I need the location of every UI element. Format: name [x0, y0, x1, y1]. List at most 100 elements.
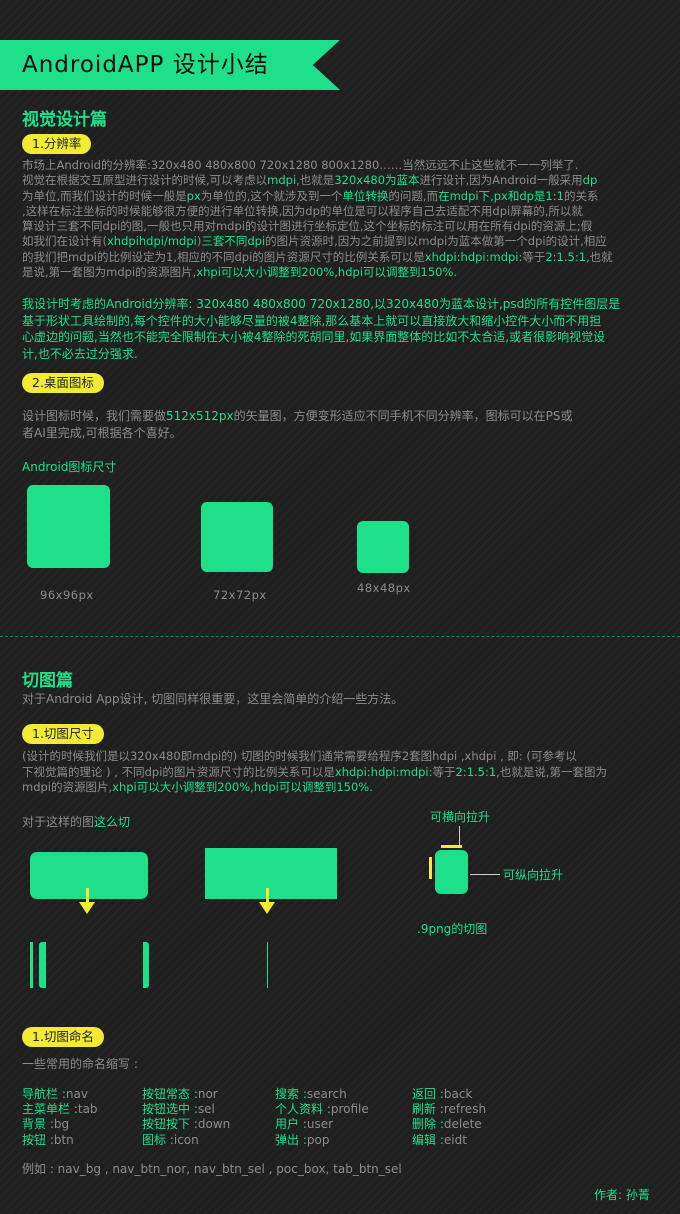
- naming-key: 主菜单栏 :: [22, 1102, 78, 1117]
- icon-96-square: [27, 485, 110, 568]
- naming-entry: 按钮 :btn: [22, 1133, 74, 1148]
- naming-key: 删除 :: [412, 1117, 444, 1132]
- naming-key: 按钮常态 :: [142, 1087, 198, 1101]
- body-text: 的我们把mdpi的比例设定为1,相应的不同dpi的图片资源尺寸的比例关系可以是: [22, 249, 425, 264]
- icon-pill: 2.桌面图标: [22, 373, 104, 393]
- naming-key: 按钮 :: [22, 1132, 54, 1147]
- body-text: 的问题,而: [388, 188, 439, 203]
- highlight-text: xhdpi:hdpi:mdpi:: [424, 249, 523, 264]
- cut-slice-left: [39, 942, 46, 988]
- naming-key: 搜索 :: [275, 1087, 307, 1101]
- naming-key: 用户 :: [275, 1117, 307, 1132]
- highlight-text: xhdpihdpi/mdpi: [107, 234, 197, 249]
- icon-48-label: 48x48px: [357, 581, 411, 595]
- stretch-vertical-label: 可纵向拉升: [503, 868, 564, 882]
- naming-entry: 用户 :user: [275, 1117, 333, 1132]
- stretch-v-pointer: [470, 874, 500, 875]
- body-text: 等于: [432, 764, 456, 779]
- naming-value: down: [197, 1117, 231, 1132]
- naming-entry: 弹出 :pop: [275, 1133, 329, 1148]
- naming-key: 弹出 :: [275, 1132, 307, 1147]
- cut-intro: 对于Android App设计, 切图同样很重要，这里会简单的介绍一些方法。: [22, 692, 404, 706]
- body-text: 是说,第一套图为mdpi的资源图片,: [22, 265, 197, 280]
- resolution-note-paragraph: 我设计时考虑的Android分辨率: 320x480 480x800 720x1…: [22, 296, 662, 362]
- naming-entry: 搜索 :search: [275, 1087, 347, 1102]
- naming-entry: 按钮按下 :down: [142, 1117, 230, 1132]
- paragraph-line: 如我们在设计有(xhdpihdpi/mdpi)三套不同dpi的图片资源时,因为之…: [22, 234, 662, 249]
- naming-value: refresh: [443, 1102, 487, 1117]
- body-text: 算设计三套不同dpi的图,一般也只用对mdpi的设计图进行坐标定位,这个坐标的标…: [22, 219, 593, 234]
- highlight-text: 512x512px: [166, 409, 234, 423]
- body-text: mdpi的资源图片,: [22, 780, 113, 794]
- highlight-text: mdpi: [267, 173, 297, 188]
- paragraph-line: ,这样在标注坐标的时候能够很方便的进行单位转换,因为dp的单位是可以程序自己去适…: [22, 204, 662, 219]
- body-text: ,这样在标注坐标的时候能够很方便的进行单位转换,因为dp的单位是可以程序自己去适…: [22, 203, 583, 218]
- cut-size-paragraph: (设计的时候我们是以320x480即mdpi的) 切图的时候我们通常需要给程序2…: [22, 749, 667, 796]
- body-text: 为单位,而我们设计的时候一般是: [22, 188, 187, 203]
- highlight-text: 三套不同dpi: [201, 234, 266, 249]
- cut-section-title: 切图篇: [22, 671, 73, 691]
- naming-entry: 按钮选中 :sel: [142, 1102, 215, 1117]
- body-text: ,也就: [586, 249, 613, 264]
- naming-entry: 导航栏 :nav: [22, 1087, 88, 1102]
- cut-size-pill: 1.切图尺寸: [22, 724, 104, 744]
- icon-sizes-title: Android图标尺寸: [22, 460, 117, 474]
- naming-key: 刷新 :: [412, 1102, 444, 1117]
- highlight-text: 2:1.5:1: [545, 249, 587, 264]
- naming-value: back: [443, 1087, 473, 1101]
- body-text: 进行设计,因为Android一般采用: [419, 173, 583, 188]
- highlight-text: xhpi可以大小调整到200%,hdpi可以调整到150%.: [112, 780, 373, 794]
- paragraph-line: 视觉在根据交互原型进行设计的时候,可以考虑以mdpi,也就是320x480为蓝本…: [22, 173, 662, 188]
- naming-entry: 刷新 :refresh: [412, 1102, 486, 1117]
- icon-paragraph: 设计图标时候，我们需要做512x512px的矢量图，方便变形适应不同手机不同分辨…: [22, 408, 662, 442]
- stretch-v-marker: [429, 857, 432, 879]
- page-title: AndroidAPP 设计小结: [22, 52, 269, 78]
- paragraph-line: 设计图标时候，我们需要做512x512px的矢量图，方便变形适应不同手机不同分辨…: [22, 408, 662, 425]
- naming-value: eidt: [443, 1132, 467, 1147]
- cut-arrow-2-icon: [259, 902, 275, 914]
- naming-key: 图标 :: [142, 1132, 174, 1147]
- naming-key: 背景 :: [22, 1117, 54, 1132]
- resolution-paragraph: 市场上Android的分辨率:320x480 480x800 720x1280 …: [22, 158, 662, 280]
- naming-entry: 背景 :bg: [22, 1117, 69, 1132]
- paragraph-line: 心虚边的问题,当然也不能完全限制在大小被4整除的死胡同里,如果界面整体的比如不太…: [22, 330, 606, 344]
- naming-value: icon: [173, 1132, 199, 1147]
- naming-value: delete: [443, 1117, 482, 1132]
- naming-entry: 编辑 :eidt: [412, 1133, 467, 1148]
- naming-entry: 按钮常态 :nor: [142, 1087, 218, 1102]
- body-text: ,也就是: [296, 173, 335, 188]
- paragraph-line: 我设计时考虑的Android分辨率: 320x480 480x800 720x1…: [22, 297, 621, 311]
- paragraph-line: 下视觉篇的理论 ) , 不同dpi的图片资源尺寸的比例关系可以是xhdpi:hd…: [22, 765, 667, 781]
- naming-value: search: [306, 1087, 347, 1101]
- cut-example-rounded-rect: [30, 852, 148, 899]
- section-divider: [0, 636, 680, 637]
- paragraph-line: 计,也不必去过分强求.: [22, 346, 138, 361]
- naming-entry: 主菜单栏 :tab: [22, 1102, 98, 1117]
- paragraph-line: 是说,第一套图为mdpi的资源图片,xhpi可以大小调整到200%,hdpi可以…: [22, 265, 662, 280]
- ninepatch-label: .9png的切图: [417, 922, 488, 936]
- naming-entry: 图标 :icon: [142, 1133, 199, 1148]
- body-text: (设计的时候我们是以320x480即mdpi的) 切图的时候我们通常需要给程序2…: [22, 749, 577, 763]
- paragraph-line: 为单位,而我们设计的时候一般是px为单位的,这个就涉及到一个单位转换的问题,而在…: [22, 189, 662, 204]
- highlight-text: 单位转换: [342, 188, 389, 203]
- body-text: 下视觉篇的理论 ) , 不同dpi的图片资源尺寸的比例关系可以是: [22, 764, 335, 779]
- naming-key: 编辑 :: [412, 1132, 444, 1147]
- cut-how-label: 对于这样的图这么切: [22, 815, 131, 829]
- body-text: 的矢量图，方便变形适应不同手机不同分辨率，图标可以在PS或: [233, 409, 573, 423]
- stretch-horizontal-label: 可横向拉升: [430, 810, 491, 824]
- paragraph-line: mdpi的资源图片,xhpi可以大小调整到200%,hdpi可以调整到150%.: [22, 780, 667, 796]
- body-text: 的关系: [563, 188, 599, 203]
- icon-96-label: 96x96px: [40, 588, 94, 602]
- naming-value: pop: [306, 1132, 330, 1147]
- highlight-text: 在mdpi下,px和dp是1:1: [438, 188, 564, 203]
- paragraph-line: 基于形状工具绘制的,每个控件的大小能够尽量的被4整除,那么基本上就可以直接放大和…: [22, 313, 602, 328]
- naming-value: nor: [197, 1087, 218, 1101]
- highlight-text: 2:1.5:1: [455, 764, 497, 779]
- naming-entry: 返回 :back: [412, 1087, 472, 1102]
- body-text: 的图片资源时,因为之前提到以mdpi为蓝本做第一个dpi的设计,相应: [265, 234, 607, 249]
- naming-value: sel: [197, 1102, 215, 1117]
- icon-72-label: 72x72px: [213, 588, 267, 602]
- body-text: 等于: [522, 249, 546, 264]
- naming-grid: 导航栏 :nav 按钮常态 :nor 搜索 :search 返回 :back 主菜单栏 …: [22, 1087, 662, 1151]
- resolution-pill: 1.分辨率: [22, 134, 92, 154]
